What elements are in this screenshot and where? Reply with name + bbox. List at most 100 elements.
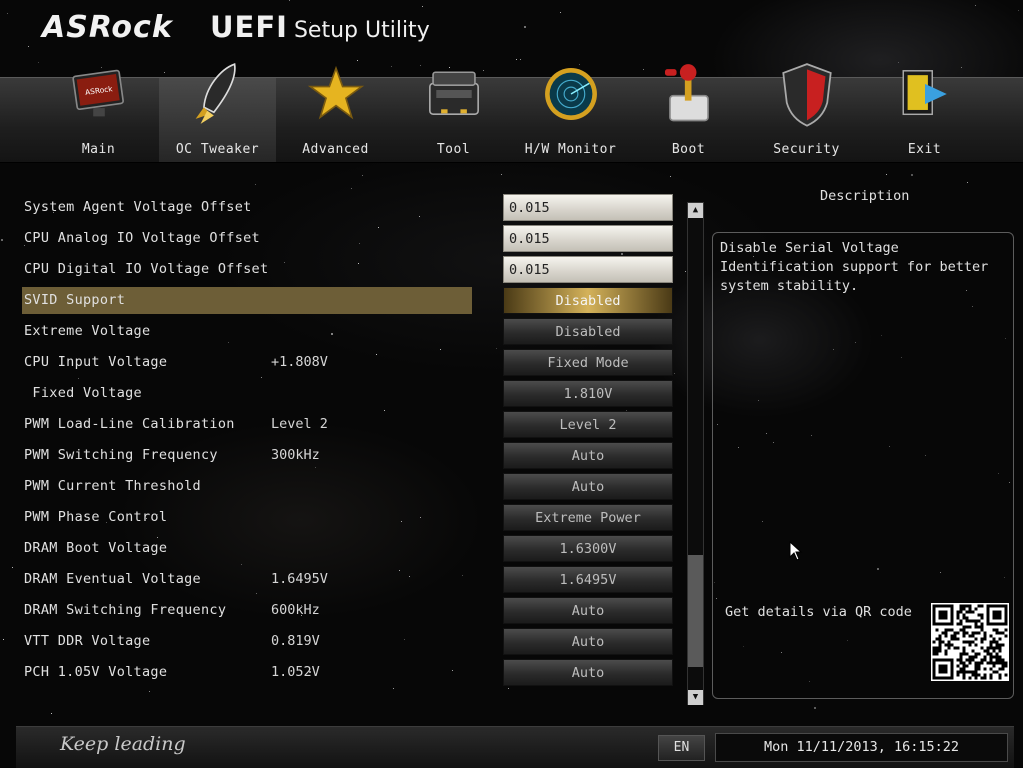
tab-boot[interactable]: Boot: [630, 64, 747, 162]
setup-utility-subtitle: Setup Utility: [293, 18, 430, 43]
setting-label[interactable]: SVID Support: [24, 287, 125, 313]
tab-hw-monitor[interactable]: H/W Monitor: [512, 68, 629, 162]
exit-door-icon: [896, 58, 954, 130]
star: [911, 174, 913, 176]
star: [378, 227, 379, 228]
star: [241, 564, 242, 565]
setting-label[interactable]: PWM Load-Line Calibration: [24, 411, 235, 437]
tab-main[interactable]: ASRock Main: [40, 69, 157, 162]
star: [886, 174, 887, 175]
star: [362, 175, 363, 176]
setting-value-select[interactable]: Auto: [503, 628, 673, 655]
star: [38, 62, 39, 63]
star: [420, 65, 421, 66]
setting-label[interactable]: PWM Switching Frequency: [24, 442, 218, 468]
setting-value-select[interactable]: Auto: [503, 473, 673, 500]
joystick-icon: [660, 58, 718, 130]
shield-icon: [778, 58, 836, 130]
setting-value-input[interactable]: 0.015: [503, 256, 673, 283]
tab-hw-monitor-label: H/W Monitor: [524, 142, 617, 157]
setting-value-input[interactable]: 0.015: [503, 194, 673, 221]
star: [685, 271, 686, 272]
setting-value-select[interactable]: Extreme Power: [503, 504, 673, 531]
setting-value-select[interactable]: Auto: [503, 442, 673, 469]
tab-exit[interactable]: Exit: [866, 70, 983, 162]
arrow-up-icon[interactable]: ▲: [688, 203, 703, 218]
tab-security[interactable]: Security: [748, 63, 865, 162]
setting-value-select[interactable]: Disabled: [503, 318, 673, 345]
tab-oc-tweaker-label: OC Tweaker: [175, 142, 260, 157]
description-title: Description: [820, 188, 910, 204]
toolbox-icon: [425, 58, 483, 130]
setting-value-select[interactable]: Auto: [503, 597, 673, 624]
scrollbar-thumb[interactable]: [688, 555, 703, 667]
setting-label[interactable]: VTT DDR Voltage: [24, 628, 150, 654]
setting-label[interactable]: CPU Analog IO Voltage Offset: [24, 225, 260, 251]
star: [391, 66, 392, 67]
star: [164, 72, 165, 73]
star: [419, 216, 420, 217]
star: [524, 26, 526, 28]
setting-value-input[interactable]: 0.015: [503, 225, 673, 252]
setting-current-value: 1.6495V: [271, 571, 328, 587]
star: [384, 410, 385, 411]
star: [261, 377, 262, 378]
radar-icon: [542, 58, 600, 130]
star: [975, 5, 976, 6]
qr-code-label: Get details via QR code: [725, 604, 912, 620]
uefi-title: UEFI: [210, 10, 288, 44]
keep-leading-tagline: Keep leading: [60, 733, 186, 755]
setting-current-value: 1.052V: [271, 664, 320, 680]
setting-label[interactable]: PCH 1.05V Voltage: [24, 659, 167, 685]
description-text: Disable Serial Voltage Identification su…: [720, 240, 989, 294]
star: [256, 593, 257, 594]
setting-value-select[interactable]: 1.810V: [503, 380, 673, 407]
arrow-down-icon[interactable]: ▼: [688, 690, 703, 705]
setting-label[interactable]: CPU Input Voltage: [24, 349, 167, 375]
setting-label[interactable]: DRAM Boot Voltage: [24, 535, 167, 561]
star: [501, 174, 502, 175]
star: [409, 576, 410, 577]
tab-tool-label: Tool: [436, 142, 471, 157]
star: [28, 46, 29, 47]
tab-advanced[interactable]: Advanced: [277, 65, 394, 162]
star: [560, 12, 561, 13]
setting-label[interactable]: PWM Current Threshold: [24, 473, 201, 499]
setting-current-value: Level 2: [271, 416, 328, 432]
setting-label[interactable]: PWM Phase Control: [24, 504, 167, 530]
setting-current-value: 0.819V: [271, 633, 320, 649]
setting-label[interactable]: System Agent Voltage Offset: [24, 194, 252, 220]
setting-value-select[interactable]: 1.6300V: [503, 535, 673, 562]
setting-label[interactable]: Fixed Voltage: [24, 380, 142, 406]
setting-label[interactable]: DRAM Eventual Voltage: [24, 566, 201, 592]
star: [483, 70, 484, 71]
star: [393, 688, 394, 689]
star: [452, 670, 453, 671]
star-icon: [307, 58, 365, 130]
star: [149, 691, 150, 692]
language-button[interactable]: EN: [658, 735, 705, 761]
tab-oc-tweaker[interactable]: OC Tweaker: [159, 63, 276, 162]
setting-value-select[interactable]: Fixed Mode: [503, 349, 673, 376]
setting-value-select[interactable]: Level 2: [503, 411, 673, 438]
star: [496, 348, 497, 349]
star: [520, 59, 521, 60]
star: [351, 188, 352, 189]
star: [422, 6, 423, 7]
star: [359, 243, 360, 244]
star: [961, 67, 962, 68]
setting-value-select[interactable]: 1.6495V: [503, 566, 673, 593]
setting-value-select[interactable]: Auto: [503, 659, 673, 686]
setting-label[interactable]: CPU Digital IO Voltage Offset: [24, 256, 268, 282]
setting-label[interactable]: Extreme Voltage: [24, 318, 150, 344]
setting-label[interactable]: DRAM Switching Frequency: [24, 597, 226, 623]
tab-main-label: Main: [81, 142, 116, 157]
setting-value-select[interactable]: Disabled: [503, 287, 673, 314]
star: [420, 517, 421, 518]
star: [508, 688, 509, 689]
setting-current-value: +1.808V: [271, 354, 328, 370]
tab-boot-label: Boot: [671, 142, 706, 157]
tab-tool[interactable]: Tool: [395, 71, 512, 162]
setting-current-value: 600kHz: [271, 602, 320, 618]
star: [331, 333, 333, 335]
